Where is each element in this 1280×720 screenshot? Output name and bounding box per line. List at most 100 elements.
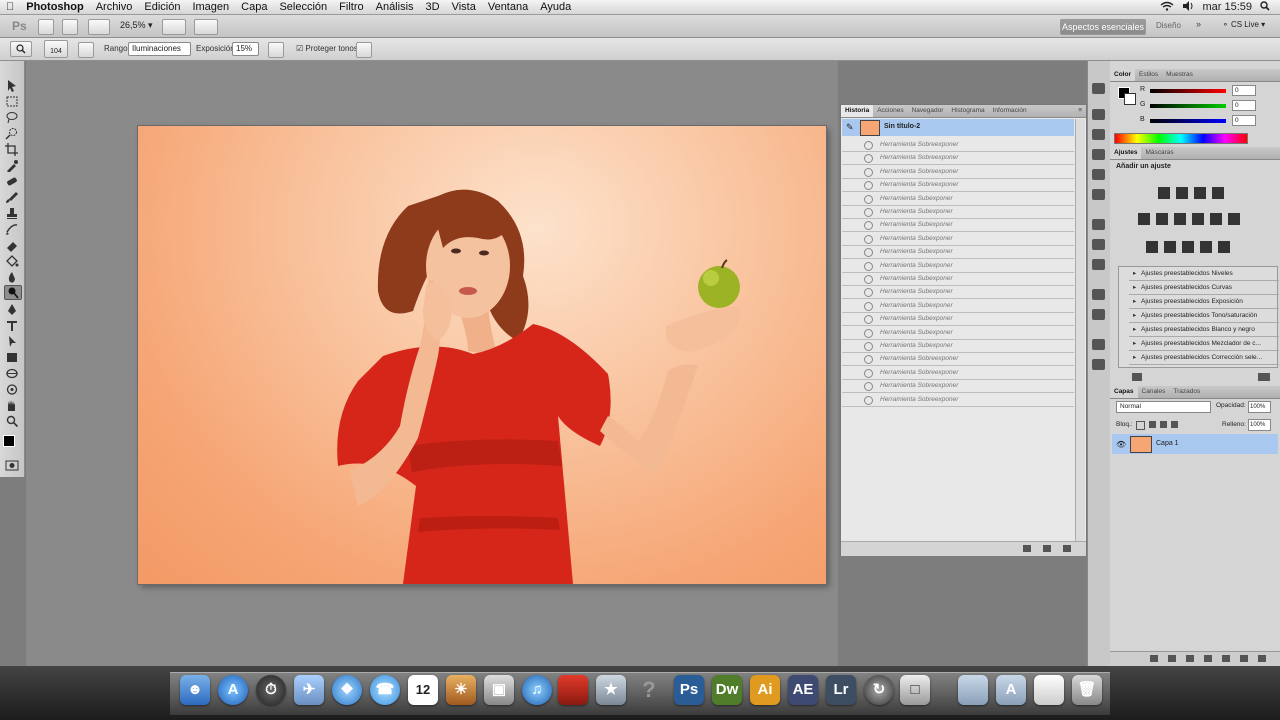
- fill-input[interactable]: 100%: [1248, 419, 1271, 431]
- new-document-from-state-icon[interactable]: [1023, 545, 1031, 552]
- menu-vista[interactable]: Vista: [446, 1, 482, 13]
- tab-informacion[interactable]: Información: [989, 105, 1031, 117]
- info-panel-icon[interactable]: [1092, 149, 1105, 160]
- tab-estilos[interactable]: Estilos: [1135, 69, 1162, 81]
- dreamweaver-icon[interactable]: Dw: [712, 675, 742, 705]
- history-step[interactable]: Herramienta Sobreexponer: [842, 165, 1074, 179]
- history-panel-icon[interactable]: [1092, 109, 1105, 120]
- exposure-input[interactable]: 15%: [232, 42, 259, 56]
- delete-layer-icon[interactable]: [1258, 655, 1266, 662]
- brush-presets-panel-icon[interactable]: [1092, 259, 1105, 270]
- layer-visibility-eye-icon[interactable]: 👁: [1116, 440, 1126, 449]
- trash-icon[interactable]: 🗑: [1072, 675, 1102, 705]
- finder-icon[interactable]: ☻: [180, 675, 210, 705]
- history-step[interactable]: Herramienta Subexponer: [842, 299, 1074, 313]
- spotlight-icon[interactable]: [1260, 0, 1270, 14]
- range-select[interactable]: Iluminaciones: [128, 42, 191, 56]
- clip-to-layer-icon[interactable]: [1132, 373, 1142, 381]
- mini-bridge-panel-icon[interactable]: [1092, 83, 1105, 94]
- photoshop-icon[interactable]: Ps: [674, 675, 704, 705]
- navigator-panel-icon[interactable]: [1092, 129, 1105, 140]
- curves-icon[interactable]: [1194, 187, 1206, 199]
- paint-bucket-tool-icon[interactable]: [4, 255, 20, 268]
- history-step[interactable]: Herramienta Sobreexponer: [842, 393, 1074, 407]
- menu-archivo[interactable]: Archivo: [90, 1, 139, 13]
- unknown-app-icon[interactable]: ?: [634, 675, 664, 705]
- lasso-tool-icon[interactable]: [4, 111, 20, 124]
- 3d-rotate-tool-icon[interactable]: [4, 367, 20, 380]
- menu-ayuda[interactable]: Ayuda: [534, 1, 577, 13]
- tab-canales[interactable]: Canales: [1138, 386, 1170, 398]
- app-store-icon[interactable]: A: [218, 675, 248, 705]
- wifi-icon[interactable]: [1160, 1, 1174, 14]
- history-step[interactable]: Herramienta Subexponer: [842, 339, 1074, 353]
- new-adjustment-layer-icon[interactable]: [1204, 655, 1212, 662]
- color-spectrum-ramp[interactable]: [1114, 133, 1248, 144]
- tab-ajustes[interactable]: Ajustes: [1110, 147, 1142, 159]
- photo-booth-icon[interactable]: ▣: [484, 675, 514, 705]
- menu-seleccion[interactable]: Selección: [273, 1, 333, 13]
- exposure-icon[interactable]: [1212, 187, 1224, 199]
- g-input[interactable]: 0: [1232, 100, 1256, 111]
- tab-trazados[interactable]: Trazados: [1169, 386, 1204, 398]
- minibridge-button[interactable]: [62, 19, 78, 35]
- imovie-icon[interactable]: ★: [596, 675, 626, 705]
- more-workspaces-icon[interactable]: »: [1196, 19, 1201, 29]
- opacity-input[interactable]: 100%: [1248, 401, 1271, 413]
- clapper-icon[interactable]: □: [900, 675, 930, 705]
- layer-style-icon[interactable]: [1168, 655, 1176, 662]
- history-step[interactable]: Herramienta Subexponer: [842, 245, 1074, 260]
- healing-brush-tool-icon[interactable]: [4, 175, 20, 188]
- history-step[interactable]: Herramienta Subexponer: [842, 326, 1074, 340]
- quick-selection-tool-icon[interactable]: [4, 127, 20, 140]
- brush-tool-icon[interactable]: [4, 191, 20, 204]
- tab-capas[interactable]: Capas: [1110, 386, 1138, 398]
- channel-mixer-icon[interactable]: [1228, 213, 1240, 225]
- history-step[interactable]: Herramienta Sobreexponer: [842, 379, 1074, 394]
- zoom-tool-icon[interactable]: [4, 415, 20, 428]
- history-step[interactable]: Herramienta Subexponer: [842, 192, 1074, 206]
- eraser-tool-icon[interactable]: [4, 239, 20, 252]
- tab-historia[interactable]: Historia: [841, 105, 874, 117]
- new-snapshot-icon[interactable]: [1043, 545, 1051, 552]
- apple-icon[interactable]: : [0, 1, 20, 13]
- time-machine-icon[interactable]: ↻: [864, 675, 894, 705]
- lightroom-icon[interactable]: Lr: [826, 675, 856, 705]
- volume-icon[interactable]: [1182, 0, 1194, 14]
- safari-icon[interactable]: ❖: [332, 675, 362, 705]
- clock[interactable]: mar 15:59: [1202, 1, 1252, 13]
- tab-histograma[interactable]: Histograma: [947, 105, 988, 117]
- shape-tool-icon[interactable]: [4, 351, 20, 364]
- tab-color[interactable]: Color: [1110, 69, 1135, 81]
- tablet-pressure-toggle[interactable]: [356, 42, 372, 58]
- dashboard-icon[interactable]: ⏱: [256, 675, 286, 705]
- history-step[interactable]: Herramienta Subexponer: [842, 218, 1074, 233]
- marquee-tool-icon[interactable]: [4, 95, 20, 108]
- preset-mezclador[interactable]: Ajustes preestablecidos Mezclador de c..…: [1129, 337, 1279, 351]
- history-step[interactable]: Herramienta Sobreexponer: [842, 178, 1074, 193]
- delete-state-icon[interactable]: [1063, 545, 1071, 552]
- menu-edicion[interactable]: Edición: [138, 1, 186, 13]
- menu-imagen[interactable]: Imagen: [186, 1, 235, 13]
- preset-blanco-negro[interactable]: Ajustes preestablecidos Blanco y negro: [1129, 323, 1279, 337]
- workspace-design-button[interactable]: Diseño: [1156, 21, 1181, 30]
- arrange-documents-button[interactable]: [162, 19, 186, 35]
- menu-analisis[interactable]: Análisis: [370, 1, 420, 13]
- clone-stamp-tool-icon[interactable]: [4, 207, 20, 220]
- documents-folder-icon[interactable]: [958, 675, 988, 705]
- clone-source-panel-icon[interactable]: [1092, 239, 1105, 250]
- color-balance-icon[interactable]: [1174, 213, 1186, 225]
- applications-folder-icon[interactable]: A: [996, 675, 1026, 705]
- menu-capa[interactable]: Capa: [235, 1, 273, 13]
- threshold-icon[interactable]: [1182, 241, 1194, 253]
- brightness-contrast-icon[interactable]: [1158, 187, 1170, 199]
- menu-app-name[interactable]: Photoshop: [20, 1, 89, 13]
- adjustment-panel-options-icon[interactable]: [1258, 373, 1270, 381]
- blur-tool-icon[interactable]: [4, 271, 20, 284]
- black-white-icon[interactable]: [1192, 213, 1204, 225]
- illustrator-icon[interactable]: Ai: [750, 675, 780, 705]
- vibrance-icon[interactable]: [1138, 213, 1150, 225]
- history-step[interactable]: Herramienta Sobreexponer: [842, 138, 1074, 152]
- preset-correccion-selectiva[interactable]: Ajustes preestablecidos Corrección sele.…: [1129, 351, 1279, 365]
- hue-saturation-icon[interactable]: [1156, 213, 1168, 225]
